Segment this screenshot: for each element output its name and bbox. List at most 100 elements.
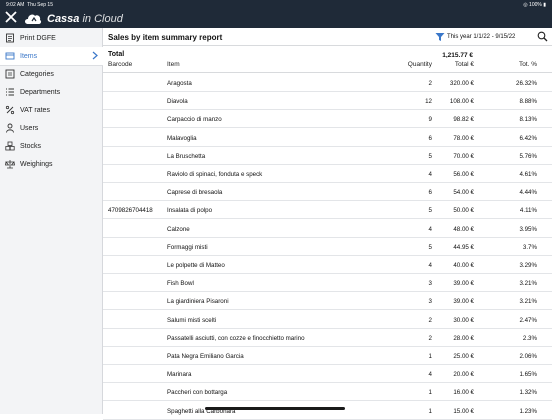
percent-cell: 3.21% [519,280,537,288]
item-name-cell: La Bruschetta [167,152,206,160]
table-row[interactable]: Carpaccio di manzo 9 98.82 € 8.13% [103,110,552,129]
total-cell: 48.00 € [453,225,474,233]
sidebar-item-label: Weighings [20,160,53,168]
period-filter[interactable]: This year 1/1/22 - 9/15/22 [447,34,515,40]
sidebar-item-items[interactable]: Items [0,47,103,65]
table-row[interactable]: 4709826704418 Insalata di polpo 5 50.00 € 4.… [103,201,552,220]
sidebar-item-label: Print DGFE [20,34,56,42]
departments-icon [6,88,14,96]
quantity-cell: 5 [428,207,432,215]
quantity-cell: 1 [428,353,432,360]
sidebar-item-label: VAT rates [20,106,50,114]
sidebar-item-print-dgfe[interactable]: Print DGFE [0,29,103,47]
total-cell: 25.00 € [453,353,474,360]
table-row[interactable]: Paccheri con bottarga 1 16.00 € 1.32% [103,383,552,402]
status-time: 9:02 AM Thu Sep 15 [6,2,53,8]
table-row[interactable]: Fish Bowl 3 39.00 € 3.21% [103,274,552,293]
user-icon [6,123,14,133]
total-cell: 70.00 € [453,152,474,160]
table-row[interactable]: Le polpette di Matteo 4 40.00 € 3.29% [103,256,552,274]
table-row[interactable]: La Bruschetta 5 70.00 € 5.76% [103,147,552,165]
sidebar: Print DGFE Items Categories Departments … [0,28,103,414]
total-cell: 78.00 € [453,134,474,142]
table-row[interactable]: Malavoglia 6 78.00 € 6.42% [103,129,552,147]
stocks-icon [5,141,15,151]
item-name-cell: Diavola [167,98,188,106]
brand-name: Cassa in Cloud [47,13,123,25]
table-row[interactable]: Diavola 12 108.00 € 8.88% [103,92,552,111]
item-name-cell: Carpaccio di manzo [167,116,222,124]
sidebar-item-label: Users [20,124,39,132]
chevron-right-icon [92,51,98,60]
total-cell: 28.00 € [453,334,474,342]
item-name-cell: Salumi misti scelti [167,316,217,324]
quantity-cell: 9 [428,116,432,124]
percent-cell: 4.61% [519,171,537,178]
table-row[interactable]: Spaghetti alla Carbonara 1 15.00 €1.23% [103,402,552,420]
quantity-cell: 1 [428,389,432,397]
percent-cell: 3.21% [519,298,537,306]
table-row[interactable]: Passatelli asciutti, con cozze e finocch… [103,329,552,347]
percent-cell: 4.44% [519,189,537,197]
total-cell: 30.00 € [453,316,474,324]
table-row[interactable]: Salumi misti scelti 2 30.00 € 2.47% [103,311,552,329]
divider [103,45,552,46]
table-row[interactable]: Raviolo di spinaci, fonduta e speck 4 56.0… [103,165,552,183]
total-label: Total [108,51,125,58]
table-row[interactable]: Formaggi misti 5 44.95 € 3.7% [103,238,552,256]
total-cell: 50.00 € [453,207,474,215]
search-icon[interactable] [537,31,548,42]
total-value: 1,215.77 € [442,52,473,59]
divider [103,72,552,73]
percent-cell: 26.32% [516,80,537,87]
close-icon[interactable] [5,11,17,23]
total-cell: 98.82 € [453,116,474,124]
percent-cell: 2.3% [522,334,537,342]
scale-icon [5,160,15,169]
table-row[interactable]: Calzone 4 48.00 € 3.95% [103,220,552,238]
quantity-cell: 12 [425,98,432,106]
quantity-cell: 4 [428,262,432,269]
percent-cell: 2.06% [519,353,537,360]
item-name-cell: Pata Negra Emiliano Garcia [167,353,244,360]
item-name-cell: La giardiniera Pisaroni [167,298,229,306]
item-name-cell: Caprese di bresaola [167,189,223,197]
total-cell: 320.00 € [449,80,474,87]
sidebar-item-label: Stocks [20,142,42,150]
app-header: 9:02 AM Thu Sep 15 ◎ 100% ▮ Cassa in Clo… [0,0,552,28]
quantity-cell: 5 [428,152,432,160]
items-icon [5,52,15,60]
home-indicator[interactable] [205,407,345,410]
column-header-quantity: Quantity [407,61,432,68]
item-name-cell: Calzone [167,225,190,233]
table-row[interactable]: Marinara 4 20.00 € 1.65% [103,365,552,384]
sidebar-item-stocks[interactable]: Stocks [0,137,103,155]
report-panel: Sales by item summary report This year 1… [103,28,552,420]
percent-cell: 8.13% [519,116,537,124]
item-name-cell: Formaggi misti [167,243,208,251]
cloud-logo-icon [25,14,42,24]
sidebar-item-weighings[interactable]: Weighings [0,155,103,173]
table-row[interactable]: La giardiniera Pisaroni 3 39.00 € 3.21% [103,292,552,311]
table-row[interactable]: Caprese di bresaola 6 54.00 € 4.44% [103,183,552,202]
sidebar-item-label: Departments [20,88,61,96]
total-cell: 56.00 € [453,171,474,178]
sidebar-item-users[interactable]: Users [0,119,103,137]
item-name-cell: Insalata di polpo [167,207,213,215]
sidebar-item-departments[interactable]: Departments [0,83,103,101]
percent-cell: 8.88% [519,98,537,106]
filter-icon[interactable] [435,32,445,42]
sidebar-item-vat-rates[interactable]: VAT rates [0,101,103,119]
percent-cell: 2.47% [519,316,537,324]
quantity-cell: 6 [428,189,432,197]
total-cell: 39.00 € [453,298,474,306]
column-header-total: Total € [454,61,474,68]
item-name-cell: Raviolo di spinaci, fonduta e speck [167,171,263,178]
wifi-icon: ◎ [523,2,528,8]
percent-cell: 6.42% [519,134,537,142]
table-row[interactable]: Pata Negra Emiliano Garcia 1 25.00 € 2.06% [103,347,552,365]
table-row[interactable]: Aragosta 2 320.00 € 26.32% [103,74,552,92]
sidebar-item-categories[interactable]: Categories [0,65,103,83]
categories-icon [5,69,15,79]
item-name-cell: Malavoglia [167,134,197,142]
